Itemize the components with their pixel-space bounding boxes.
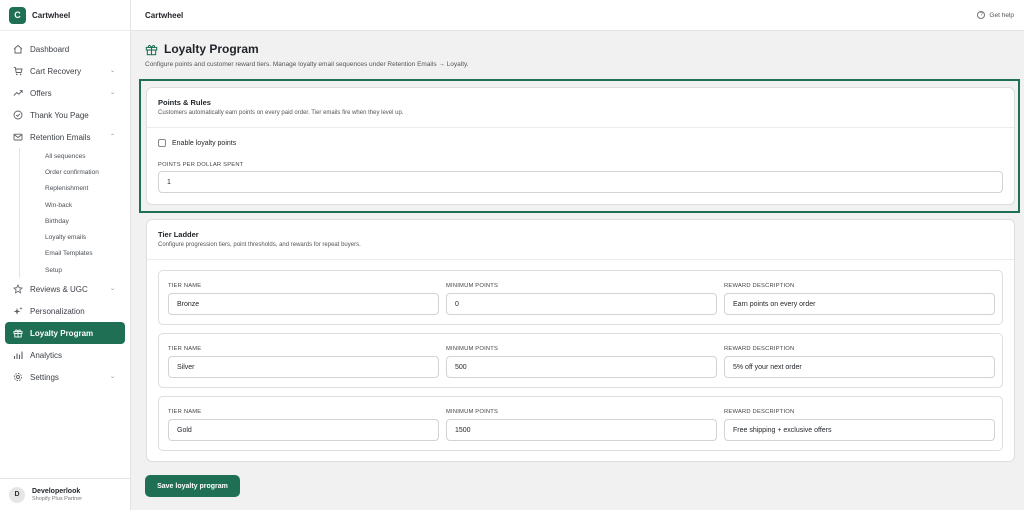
card-description: Configure progression tiers, point thres… <box>158 242 361 248</box>
sidebar-subitem-birthday[interactable]: Birthday <box>39 213 130 229</box>
sidebar-subitem-email-templates[interactable]: Email Templates <box>39 246 130 262</box>
chevron-down-icon: ⌄ <box>109 90 115 96</box>
home-icon <box>13 44 23 54</box>
points-rules-card: Points & Rules Customers automatically e… <box>146 87 1015 205</box>
card-description: Customers automatically earn points on e… <box>158 110 404 116</box>
sidebar-item-label: Analytics <box>30 350 63 360</box>
sidebar-item-label: Retention Emails <box>30 132 91 142</box>
sidebar-item-personalization[interactable]: Personalization <box>0 300 125 322</box>
minimum-points-label: MINIMUM POINTS <box>446 346 499 352</box>
tier-name-label: TIER NAME <box>168 346 202 352</box>
sidebar-item-reviews-ugc[interactable]: Reviews & UGC ⌄ <box>0 278 125 300</box>
sidebar-item-dashboard[interactable]: Dashboard <box>0 38 125 60</box>
user-name: Developerlook <box>32 487 81 495</box>
sidebar-item-retention-emails[interactable]: Retention Emails ⌃ <box>0 126 125 148</box>
reward-description-label: REWARD DESCRIPTION <box>724 283 795 289</box>
sidebar: C Cartwheel Dashboard Cart Recovery ⌄ Of… <box>0 0 131 510</box>
sidebar-item-offers[interactable]: Offers ⌄ <box>0 82 125 104</box>
sidebar-item-analytics[interactable]: Analytics <box>0 344 125 366</box>
sidebar-item-label: Cart Recovery <box>30 66 82 76</box>
points-per-dollar-input[interactable]: 1 <box>158 171 1003 193</box>
divider <box>147 259 1014 260</box>
card-title: Tier Ladder <box>158 230 199 239</box>
brand-name: Cartwheel <box>32 10 71 20</box>
reward-description-input[interactable]: Free shipping + exclusive offers <box>724 419 995 441</box>
reward-description-input[interactable]: 5% off your next order <box>724 356 995 378</box>
minimum-points-input[interactable]: 0 <box>446 293 717 315</box>
page-description: Configure points and customer reward tie… <box>145 61 469 68</box>
tier-ladder-card: Tier Ladder Configure progression tiers,… <box>146 219 1015 462</box>
chevron-down-icon: ⌄ <box>109 286 115 293</box>
sidebar-subitem-all-sequences[interactable]: All sequences <box>39 148 130 164</box>
enable-loyalty-label: Enable loyalty points <box>172 139 237 147</box>
chevron-down-icon: ⌄ <box>109 68 115 74</box>
sparkle-icon <box>13 306 23 316</box>
sidebar-item-loyalty-program[interactable]: Loyalty Program <box>5 322 125 345</box>
tier-name-input[interactable]: Bronze <box>168 293 439 315</box>
sidebar-item-label: Personalization <box>30 306 85 316</box>
sidebar-nav: Dashboard Cart Recovery ⌄ Offers ⌄ Thank… <box>0 31 130 388</box>
topbar: Cartwheel ? Get help <box>131 0 1024 31</box>
card-title: Points & Rules <box>158 98 211 107</box>
gear-icon <box>13 372 23 382</box>
user-role: Shopify Plus Partner <box>32 495 83 502</box>
trend-icon <box>13 88 23 98</box>
sidebar-item-label: Reviews & UGC <box>30 284 88 294</box>
sidebar-subitem-loyalty-emails[interactable]: Loyalty emails <box>39 229 130 245</box>
sidebar-item-label: Offers <box>30 88 52 98</box>
check-circle-icon <box>13 110 23 120</box>
tier-name-label: TIER NAME <box>168 409 202 415</box>
reward-description-input[interactable]: Earn points on every order <box>724 293 995 315</box>
reward-description-label: REWARD DESCRIPTION <box>724 346 795 352</box>
cart-icon <box>13 66 23 76</box>
brand-logo: C <box>9 6 26 24</box>
minimum-points-input[interactable]: 500 <box>446 356 717 378</box>
divider <box>147 127 1014 128</box>
sidebar-subitem-win-back[interactable]: Win-back <box>39 197 130 213</box>
chevron-up-icon: ⌃ <box>109 134 115 140</box>
save-loyalty-program-button[interactable]: Save loyalty program <box>145 475 240 497</box>
account-menu[interactable]: D Developerlook Shopify Plus Partner <box>0 478 130 510</box>
sidebar-subitem-replenishment[interactable]: Replenishment <box>39 181 130 197</box>
sidebar-item-label: Settings <box>30 372 59 382</box>
topbar-title: Cartwheel <box>145 10 184 20</box>
bar-chart-icon <box>13 350 23 360</box>
sidebar-subitem-setup[interactable]: Setup <box>39 262 130 278</box>
minimum-points-label: MINIMUM POINTS <box>446 283 499 289</box>
reward-description-label: REWARD DESCRIPTION <box>724 409 795 415</box>
retention-emails-submenu: All sequences Order confirmation Repleni… <box>19 148 130 279</box>
help-icon: ? <box>977 11 986 19</box>
star-icon <box>13 284 23 294</box>
sidebar-item-label: Loyalty Program <box>30 328 94 338</box>
enable-loyalty-toggle[interactable]: Enable loyalty points <box>158 139 236 147</box>
points-per-dollar-label: POINTS PER DOLLAR SPENT <box>158 162 244 168</box>
gift-icon <box>145 43 158 56</box>
minimum-points-input[interactable]: 1500 <box>446 419 717 441</box>
page-title-text: Loyalty Program <box>164 42 259 56</box>
avatar: D <box>9 486 25 503</box>
sidebar-subitem-order-confirmation[interactable]: Order confirmation <box>39 164 130 180</box>
sidebar-item-label: Dashboard <box>30 44 70 54</box>
tier-row: TIER NAME Silver MINIMUM POINTS 500 REWA… <box>158 333 1003 388</box>
page-header: Loyalty Program Configure points and cus… <box>145 42 469 68</box>
gift-icon <box>13 328 23 338</box>
user-info: Developerlook Shopify Plus Partner <box>32 488 82 502</box>
brand[interactable]: C Cartwheel <box>0 0 130 31</box>
chevron-down-icon: ⌄ <box>109 374 115 381</box>
sidebar-item-settings[interactable]: Settings ⌄ <box>0 366 125 388</box>
sidebar-item-thank-you-page[interactable]: Thank You Page <box>0 104 125 126</box>
enable-loyalty-checkbox[interactable] <box>158 139 166 147</box>
tier-row: TIER NAME Bronze MINIMUM POINTS 0 REWARD… <box>158 270 1003 325</box>
minimum-points-label: MINIMUM POINTS <box>446 409 499 415</box>
page-title: Loyalty Program <box>145 42 469 56</box>
get-help-link[interactable]: ? Get help <box>977 11 1014 19</box>
tier-name-input[interactable]: Gold <box>168 419 439 441</box>
get-help-label: Get help <box>989 11 1014 19</box>
tier-row: TIER NAME Gold MINIMUM POINTS 1500 REWAR… <box>158 396 1003 451</box>
sidebar-item-label: Thank You Page <box>30 110 89 120</box>
tier-name-label: TIER NAME <box>168 283 202 289</box>
sidebar-item-cart-recovery[interactable]: Cart Recovery ⌄ <box>0 60 125 82</box>
mail-icon <box>13 132 23 142</box>
tier-name-input[interactable]: Silver <box>168 356 439 378</box>
